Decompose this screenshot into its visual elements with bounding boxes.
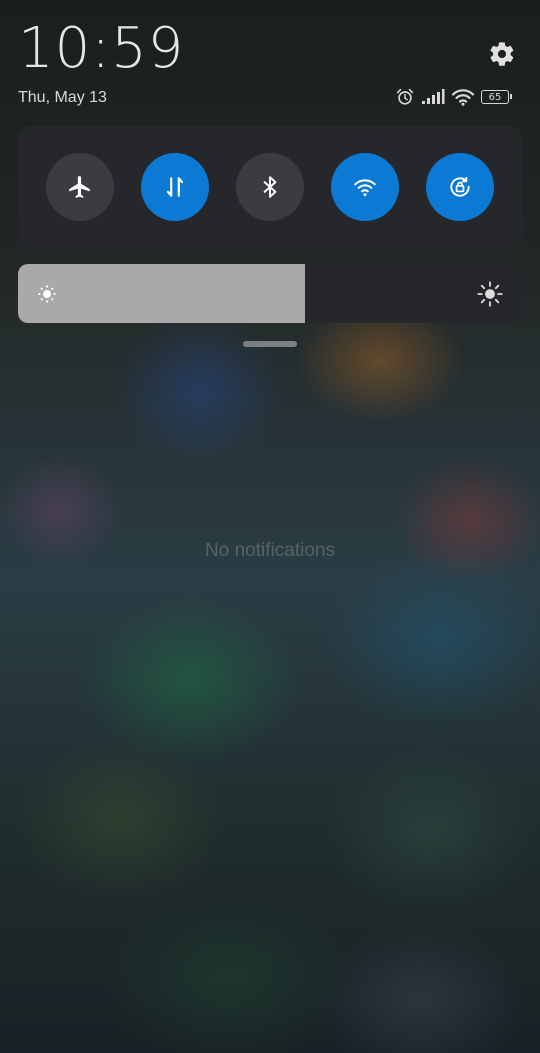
brightness-slider[interactable] <box>18 264 522 323</box>
gear-icon <box>490 42 514 66</box>
mobile-data-toggle[interactable] <box>141 153 209 221</box>
status-icons: 65 <box>395 86 512 108</box>
bluetooth-toggle[interactable] <box>236 153 304 221</box>
cellular-signal-icon <box>422 89 445 104</box>
drag-handle[interactable] <box>243 341 297 347</box>
quick-settings-panel <box>18 126 522 249</box>
airplane-mode-toggle[interactable] <box>46 153 114 221</box>
rotation-lock-toggle[interactable] <box>426 153 494 221</box>
airplane-icon <box>69 176 90 198</box>
settings-button[interactable] <box>488 40 516 68</box>
brightness-high-icon <box>477 281 503 307</box>
brightness-level-fill <box>18 264 306 323</box>
brightness-low-icon <box>38 285 56 303</box>
battery-icon: 65 <box>481 90 512 104</box>
battery-level: 65 <box>488 91 502 103</box>
date-label: Thu, May 13 <box>18 89 107 106</box>
data-transfer-icon <box>166 177 184 197</box>
notification-shade: 10:59 Thu, May 13 65 No notifications <box>0 0 540 1053</box>
wifi-status-icon <box>451 89 475 106</box>
alarm-icon <box>396 88 414 105</box>
no-notifications-label: No notifications <box>205 540 335 561</box>
rotation-lock-icon <box>450 176 470 197</box>
clock: 10:59 <box>18 16 185 81</box>
bluetooth-icon <box>263 176 277 198</box>
wifi-toggle[interactable] <box>331 153 399 221</box>
wifi-icon <box>354 179 376 197</box>
